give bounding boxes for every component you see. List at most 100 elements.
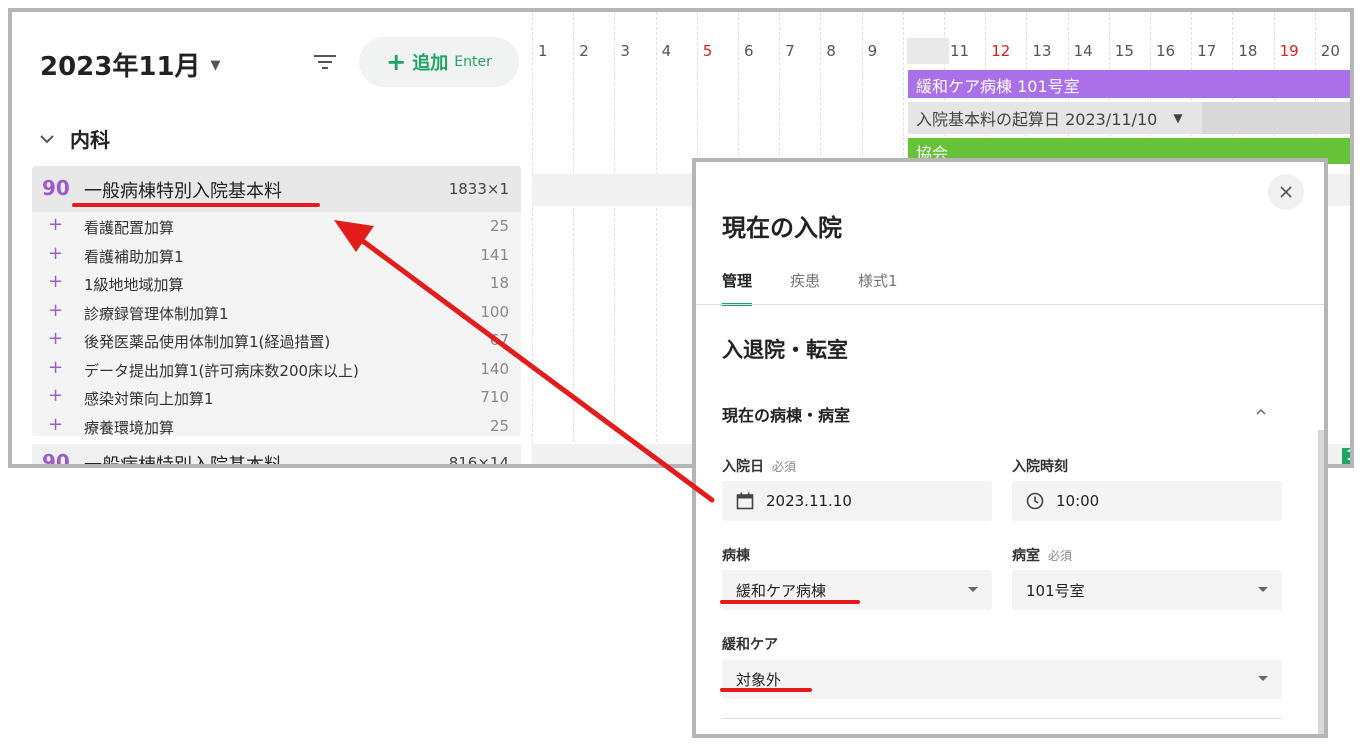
caret-down-icon: ▼ (1173, 111, 1183, 125)
day-label[interactable]: 8 (826, 42, 836, 60)
chevron-up-icon[interactable] (1256, 408, 1266, 415)
section-title: 入退院・転室 (722, 338, 848, 362)
day-column (573, 12, 575, 464)
month-selector[interactable]: 2023年11月 ▼ (40, 46, 221, 83)
add-button[interactable]: + 追加 Enter (359, 37, 519, 87)
start-date-dropdown-label: 入院基本料の起算日 2023/11/10 (916, 110, 1158, 129)
dialog-tabs: 管理 疾患 様式1 (722, 270, 936, 306)
sub-item-value: 18 (489, 274, 509, 292)
sub-item-value: 710 (480, 388, 509, 406)
chevron-down-icon (40, 134, 54, 143)
today-highlight (907, 38, 949, 64)
ward-select[interactable]: 緩和ケア病棟 (722, 570, 992, 610)
sub-item-value: 140 (480, 359, 509, 378)
sub-item-name: 後発医薬品使用体制加算1(経過措置) (84, 333, 331, 351)
day-label[interactable]: 19 (1280, 42, 1299, 60)
day-label[interactable]: 15 (1115, 42, 1134, 60)
sub-item-row[interactable]: + 療養環境加算 25 (32, 412, 521, 440)
annotation-underline-palliative (720, 688, 812, 692)
item-name: 一般病棟特別入院基本料 (84, 181, 282, 202)
item-header-2[interactable]: 90 一般病棟特別入院基本料 816×14 (32, 444, 521, 468)
day-column (655, 12, 657, 464)
day-label[interactable]: 17 (1197, 42, 1216, 60)
sub-item-value: 100 (480, 302, 509, 321)
plus-icon: + (48, 299, 64, 321)
sub-item-row[interactable]: +1級地地域加算 18 (32, 269, 521, 297)
day-label[interactable]: 18 (1238, 42, 1257, 60)
sub-item-value: 25 (489, 416, 509, 435)
admission-time-value: 10:00 (1056, 492, 1100, 510)
day-label[interactable]: 12 (991, 42, 1010, 60)
day-label[interactable]: 4 (662, 42, 672, 60)
tab-disease[interactable]: 疾患 (790, 270, 820, 306)
sub-item-row[interactable]: + 看護補助加算1 141 (32, 241, 521, 269)
sub-item-value: 67 (489, 331, 509, 349)
plus-icon: + (48, 413, 64, 435)
plus-icon: + (48, 214, 64, 235)
item-name: 一般病棟特別入院基本料 (84, 455, 282, 468)
sub-item-name: データ提出加算1(許可病床数200床以上) (84, 361, 359, 380)
day-label[interactable]: 20 (1321, 42, 1340, 60)
admission-dialog: 現在の入院 管理 疾患 様式1 入退院・転室 現在の病棟・病室 入院日 必須 20… (692, 158, 1328, 738)
day-label[interactable]: 5 (703, 42, 713, 60)
day-label[interactable]: 7 (785, 42, 795, 60)
close-button[interactable] (1268, 174, 1304, 210)
item-code: 90 (42, 176, 70, 200)
clock-icon (1026, 492, 1044, 510)
sub-item-name: 療養環境加算 (84, 418, 175, 437)
caret-down-icon (968, 587, 978, 592)
filter-icon[interactable] (314, 54, 336, 70)
sub-item-value: 141 (480, 245, 509, 264)
room-value: 101号室 (1026, 581, 1085, 600)
section-toggle[interactable]: 内科 (40, 124, 110, 153)
annotation-underline-ward (720, 600, 860, 604)
item-code: 90 (42, 450, 70, 468)
day-label[interactable]: 2 (579, 42, 589, 60)
day-label[interactable]: 9 (868, 42, 878, 60)
sub-item-row[interactable]: + 看護配置加算 25 (32, 212, 521, 240)
add-button-shortcut: Enter (454, 54, 492, 70)
sub-item-row[interactable]: + 診療録管理体制加算1 100 (32, 298, 521, 326)
sub-section-title: 現在の病棟・病室 (722, 406, 851, 425)
sub-item-row[interactable]: + 後発医薬品使用体制加算1(経過措置) 67 (32, 326, 521, 354)
plus-icon: + (48, 385, 64, 406)
scrollbar[interactable] (1318, 430, 1324, 734)
caret-down-icon (1258, 676, 1268, 681)
plus-icon: + (386, 48, 407, 76)
room-label: 病室 必須 (1012, 548, 1073, 564)
day-label[interactable]: 14 (1074, 42, 1093, 60)
month-title: 2023年11月 (40, 52, 201, 82)
ward-label: 病棟 (722, 548, 750, 564)
tab-divider (696, 304, 1324, 305)
sub-item-row[interactable]: + 感染対策向上加算1 710 (32, 383, 521, 411)
admission-date-field[interactable]: 2023.11.10 (722, 481, 992, 521)
plus-icon: + (48, 271, 64, 292)
day-label[interactable]: 11 (950, 42, 969, 60)
sub-item-name: 感染対策向上加算1 (84, 390, 214, 408)
ward-room-bar[interactable]: 緩和ケア病棟 101号室 (908, 70, 1350, 98)
close-icon (1280, 186, 1292, 198)
day-label[interactable]: 13 (1032, 42, 1051, 60)
day-label[interactable]: 3 (620, 42, 630, 60)
palliative-select[interactable]: 対象外 (722, 659, 1282, 699)
tab-management[interactable]: 管理 (722, 270, 753, 306)
day-label[interactable]: 1 (538, 42, 548, 60)
ward-value: 緩和ケア病棟 (736, 581, 827, 600)
divider (722, 718, 1282, 719)
sub-item-row[interactable]: + データ提出加算1(許可病床数200床以上) 140 (32, 355, 521, 383)
room-select[interactable]: 101号室 (1012, 570, 1282, 610)
dialog-title: 現在の入院 (722, 214, 842, 242)
day-column (532, 12, 533, 464)
section-title: 内科 (70, 128, 110, 152)
sub-item-name: 診療録管理体制加算1 (84, 304, 229, 323)
tab-form1[interactable]: 様式1 (858, 270, 898, 306)
add-button-label: 追加 (412, 53, 449, 74)
admission-date-value: 2023.11.10 (766, 492, 852, 510)
admission-time-field[interactable]: 10:00 (1012, 481, 1282, 521)
day-label[interactable]: 16 (1156, 42, 1175, 60)
day-label[interactable]: 6 (744, 42, 754, 60)
annotation-underline-item (72, 203, 320, 207)
caret-down-icon: ▼ (210, 58, 221, 73)
plus-icon: + (48, 328, 64, 349)
caret-down-icon (1258, 587, 1268, 592)
